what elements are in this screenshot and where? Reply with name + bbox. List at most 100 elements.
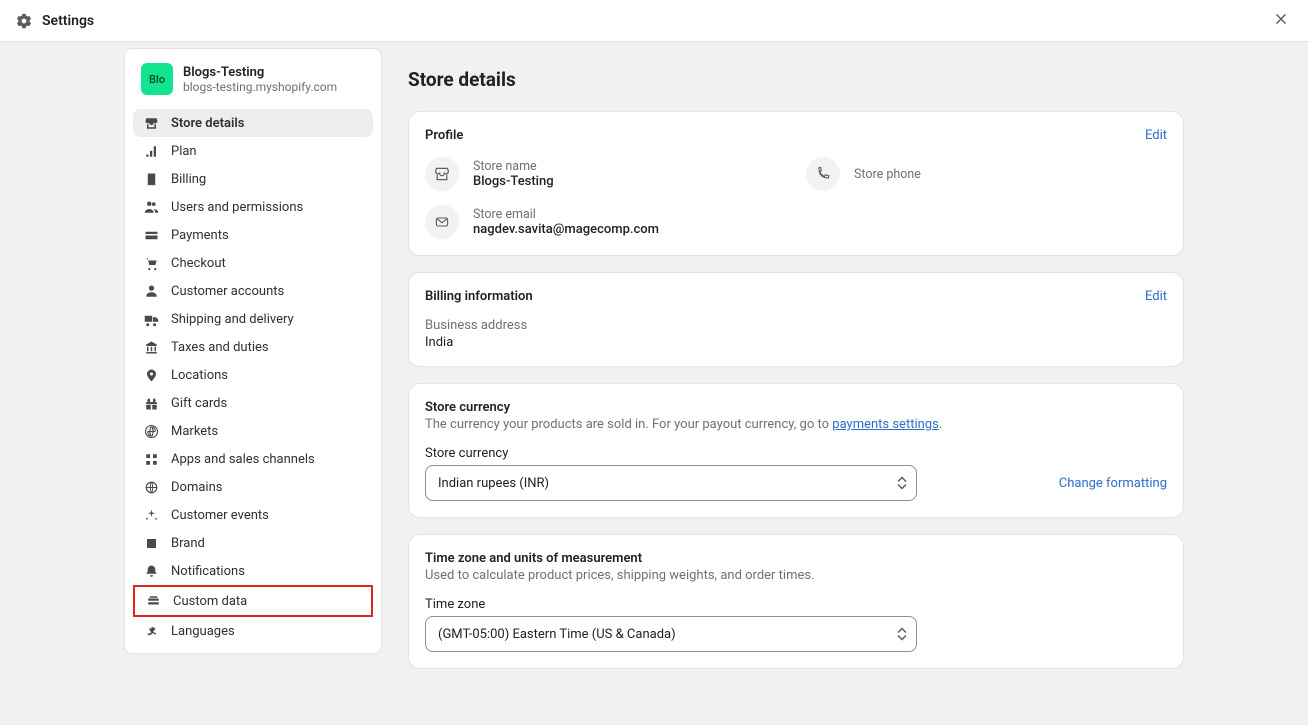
truck-icon (143, 311, 159, 327)
phone-icon (806, 157, 840, 191)
cart-icon (143, 255, 159, 271)
profile-store-name: Store name Blogs-Testing (425, 157, 786, 191)
sidebar-item-label: Users and permissions (171, 200, 303, 215)
profile-value: Blogs-Testing (473, 174, 554, 189)
profile-value: nagdev.savita@magecomp.com (473, 222, 659, 237)
page-body: Blo Blogs-Testing blogs-testing.myshopif… (0, 42, 1308, 725)
card-title-currency: Store currency (425, 400, 1167, 415)
spark-icon (143, 507, 159, 523)
tax-icon (143, 339, 159, 355)
container: Blo Blogs-Testing blogs-testing.myshopif… (124, 48, 1184, 725)
sidebar-item-apps[interactable]: Apps and sales channels (133, 445, 373, 473)
profile-store-email: Store email nagdev.savita@magecomp.com (425, 205, 786, 239)
domain-icon (143, 479, 159, 495)
payments-settings-link[interactable]: payments settings (832, 417, 939, 432)
edit-billing-link[interactable]: Edit (1145, 289, 1167, 304)
timezone-select-value: (GMT-05:00) Eastern Time (US & Canada) (425, 616, 917, 652)
timezone-field-label: Time zone (425, 597, 1167, 612)
timezone-description: Used to calculate product prices, shippi… (425, 568, 1167, 583)
store-info: Blogs-Testing blogs-testing.myshopify.co… (183, 65, 337, 94)
sidebar-item-users[interactable]: Users and permissions (133, 193, 373, 221)
sidebar-item-customer-accounts[interactable]: Customer accounts (133, 277, 373, 305)
sidebar-item-label: Store details (171, 116, 244, 131)
globe-icon (143, 423, 159, 439)
change-formatting-link[interactable]: Change formatting (1059, 476, 1167, 491)
sidebar-item-label: Apps and sales channels (171, 452, 315, 467)
sidebar-item-label: Domains (171, 480, 222, 495)
apps-icon (143, 451, 159, 467)
gear-icon (16, 13, 32, 29)
sidebar-item-label: Gift cards (171, 396, 227, 411)
data-icon (145, 593, 161, 609)
person-icon (143, 283, 159, 299)
sidebar-item-label: Markets (171, 424, 218, 439)
chevron-updown-icon (897, 477, 907, 490)
sidebar-item-label: Shipping and delivery (171, 312, 294, 327)
card-profile: Profile Edit Store name Blogs-Testing (408, 111, 1184, 256)
card-icon (143, 227, 159, 243)
sidebar-item-checkout[interactable]: Checkout (133, 249, 373, 277)
sidebar-item-billing[interactable]: Billing (133, 165, 373, 193)
brand-icon (143, 535, 159, 551)
timezone-select[interactable]: (GMT-05:00) Eastern Time (US & Canada) (425, 616, 917, 652)
currency-select-value: Indian rupees (INR) (425, 465, 917, 501)
bell-icon (143, 563, 159, 579)
currency-field-label: Store currency (425, 446, 1167, 461)
sidebar-item-label: Languages (171, 624, 235, 639)
sidebar-item-label: Customer events (171, 508, 269, 523)
store-icon (143, 115, 159, 131)
card-currency: Store currency The currency your product… (408, 383, 1184, 518)
sidebar-item-locations[interactable]: Locations (133, 361, 373, 389)
sidebar-item-label: Notifications (171, 564, 245, 579)
pin-icon (143, 367, 159, 383)
sidebar-item-label: Customer accounts (171, 284, 284, 299)
close-button[interactable] (1270, 8, 1292, 34)
page-title: Store details (408, 68, 1184, 91)
sidebar-item-shipping[interactable]: Shipping and delivery (133, 305, 373, 333)
sidebar-item-label: Payments (171, 228, 229, 243)
sidebar-item-label: Checkout (171, 256, 226, 271)
topbar: Settings (0, 0, 1308, 42)
topbar-left: Settings (16, 13, 94, 29)
receipt-icon (143, 171, 159, 187)
sidebar-item-store-details[interactable]: Store details (133, 109, 373, 137)
store-avatar: Blo (141, 63, 173, 95)
gift-icon (143, 395, 159, 411)
chevron-updown-icon (897, 628, 907, 641)
sidebar-item-taxes[interactable]: Taxes and duties (133, 333, 373, 361)
sidebar-item-label: Plan (171, 144, 197, 159)
nav-list: Store details Plan Billing Users and per… (133, 109, 373, 645)
card-title-profile: Profile (425, 128, 463, 143)
store-name: Blogs-Testing (183, 65, 337, 80)
sidebar-item-languages[interactable]: Languages (133, 617, 373, 645)
sidebar-item-custom-data[interactable]: Custom data (133, 585, 373, 617)
sidebar-item-label: Custom data (173, 594, 247, 609)
sidebar-item-customer-events[interactable]: Customer events (133, 501, 373, 529)
sidebar-item-label: Locations (171, 368, 228, 383)
sidebar-item-plan[interactable]: Plan (133, 137, 373, 165)
sidebar-item-payments[interactable]: Payments (133, 221, 373, 249)
billing-address-value: India (425, 335, 1167, 350)
main: Store details Profile Edit Store name Bl… (408, 48, 1184, 725)
store-domain: blogs-testing.myshopify.com (183, 80, 337, 94)
profile-label: Store email (473, 207, 659, 222)
sidebar-item-gift-cards[interactable]: Gift cards (133, 389, 373, 417)
sidebar-item-markets[interactable]: Markets (133, 417, 373, 445)
language-icon (143, 623, 159, 639)
sidebar-item-domains[interactable]: Domains (133, 473, 373, 501)
sidebar-item-brand[interactable]: Brand (133, 529, 373, 557)
card-title-billing: Billing information (425, 289, 533, 304)
edit-profile-link[interactable]: Edit (1145, 128, 1167, 143)
profile-store-phone: Store phone (806, 157, 1167, 191)
mail-icon (425, 205, 459, 239)
sidebar-item-label: Brand (171, 536, 205, 551)
sidebar-item-notifications[interactable]: Notifications (133, 557, 373, 585)
chart-icon (143, 143, 159, 159)
currency-select[interactable]: Indian rupees (INR) (425, 465, 917, 501)
card-title-timezone: Time zone and units of measurement (425, 551, 1167, 566)
store-header: Blo Blogs-Testing blogs-testing.myshopif… (133, 57, 373, 105)
profile-label: Store phone (854, 167, 921, 182)
card-timezone: Time zone and units of measurement Used … (408, 534, 1184, 669)
sidebar-item-label: Taxes and duties (171, 340, 269, 355)
sidebar-item-label: Billing (171, 172, 206, 187)
